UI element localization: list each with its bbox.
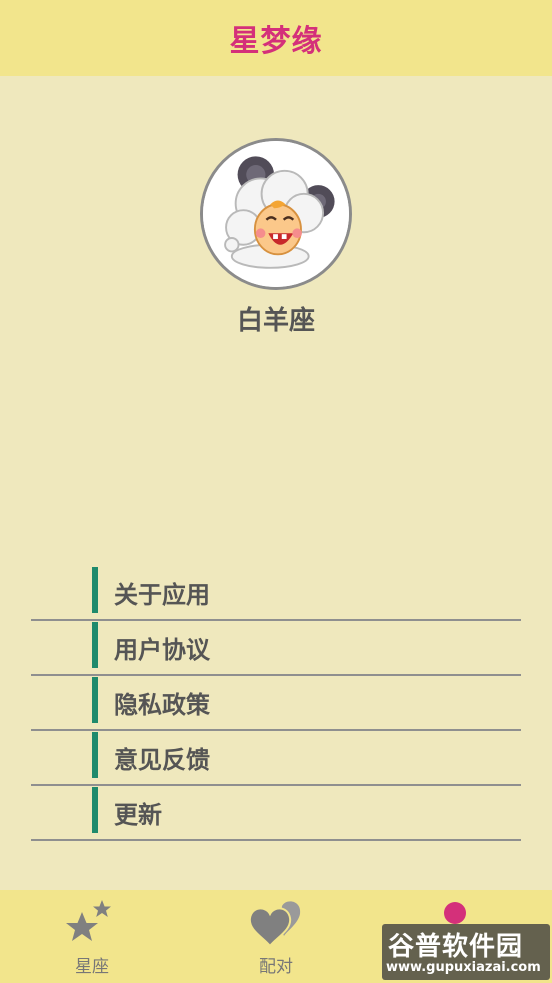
tab-zodiac[interactable]: 星座 xyxy=(0,890,184,983)
menu-item-label: 用户协议 xyxy=(114,636,210,664)
tab-label: 星座 xyxy=(75,957,109,977)
app-header: 星梦缘 xyxy=(0,0,552,76)
menu-item-update[interactable]: 更新 xyxy=(31,786,521,841)
watermark-logo: 谷普软件园 xyxy=(388,932,524,962)
watermark: 谷普软件园 www.gupuxiazai.com xyxy=(382,924,550,980)
menu-item-privacy-policy[interactable]: 隐私政策 xyxy=(31,676,521,731)
hearts-icon xyxy=(248,901,301,948)
menu-item-feedback[interactable]: 意见反馈 xyxy=(31,731,521,786)
menu-accent-bar xyxy=(92,677,98,723)
menu-item-label: 意见反馈 xyxy=(114,746,210,774)
aries-sheep-icon xyxy=(203,141,349,287)
app-title: 星梦缘 xyxy=(229,24,323,59)
menu-item-label: 更新 xyxy=(114,801,162,829)
menu-item-user-agreement[interactable]: 用户协议 xyxy=(31,621,521,676)
profile-tab-icon[interactable] xyxy=(444,902,466,924)
menu-accent-bar xyxy=(92,787,98,833)
stars-icon xyxy=(66,900,111,941)
watermark-url: www.gupuxiazai.com xyxy=(386,960,541,975)
menu-item-label: 关于应用 xyxy=(114,581,210,609)
settings-menu: 关于应用 用户协议 隐私政策 意见反馈 更新 xyxy=(31,566,521,841)
zodiac-sign-name: 白羊座 xyxy=(236,306,315,336)
menu-accent-bar xyxy=(92,567,98,613)
menu-accent-bar xyxy=(92,732,98,778)
tab-match[interactable]: 配对 xyxy=(184,890,368,983)
tab-label: 配对 xyxy=(259,957,293,977)
menu-item-label: 隐私政策 xyxy=(114,691,210,719)
menu-item-about[interactable]: 关于应用 xyxy=(31,566,521,621)
avatar[interactable] xyxy=(200,138,352,290)
menu-accent-bar xyxy=(92,622,98,668)
